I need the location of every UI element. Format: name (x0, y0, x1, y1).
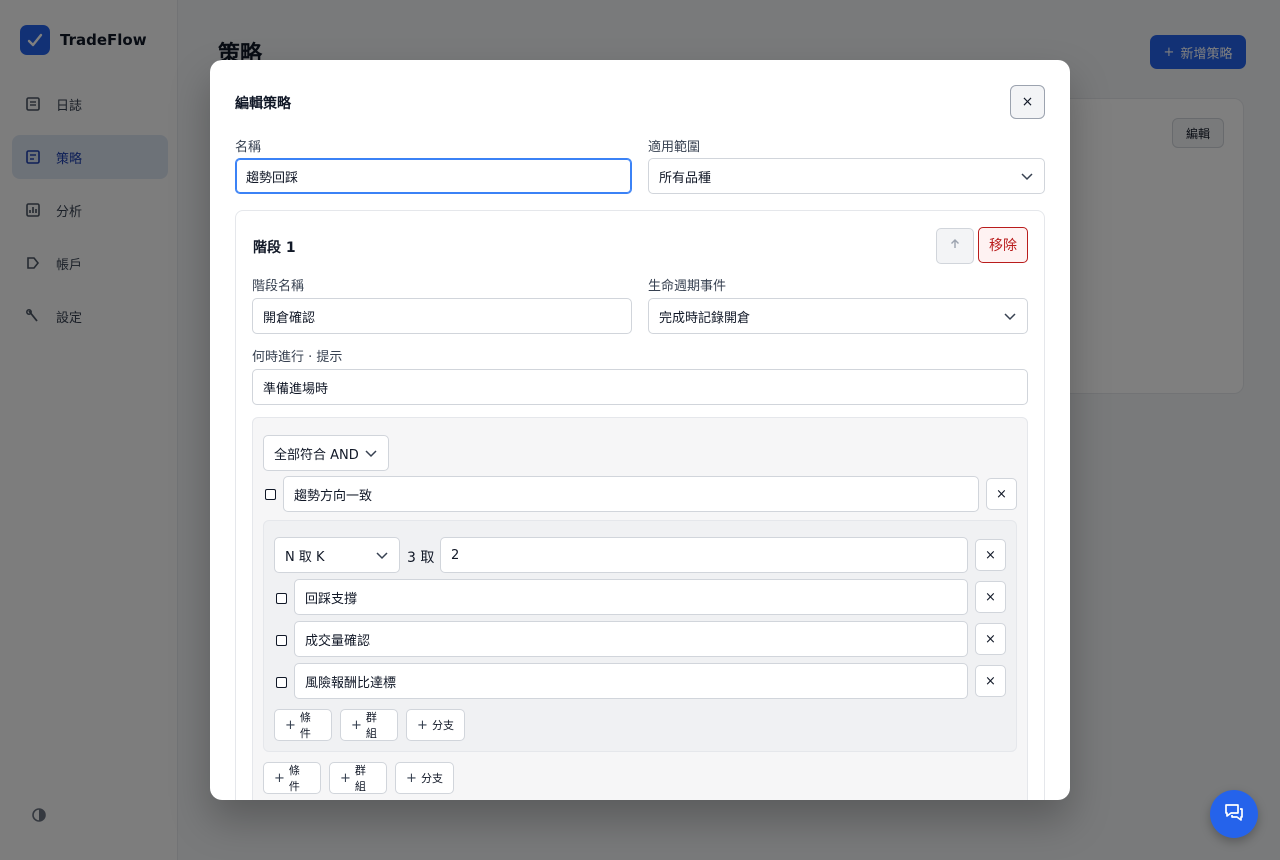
add-condition-label: 條件 (299, 711, 311, 740)
add-condition-label: 條件 (288, 764, 300, 793)
plus-icon: + (285, 717, 296, 733)
plus-icon: + (406, 770, 417, 786)
name-label: 名稱 (235, 140, 262, 155)
plus-icon: + (351, 717, 362, 733)
hint-value: 準備進場時 (263, 381, 329, 397)
condition-value: 趨勢方向一致 (294, 488, 373, 504)
remove-condition-button[interactable]: × (975, 581, 1006, 613)
hint-label: 何時進行 · 提示 (252, 350, 343, 365)
close-icon: × (985, 673, 996, 689)
k-value-input[interactable]: 2 (440, 537, 968, 573)
chat-icon (1222, 800, 1246, 828)
plus-icon: + (417, 717, 428, 733)
condition-checkbox[interactable] (265, 489, 276, 500)
condition-checkbox[interactable] (276, 635, 287, 646)
condition-input[interactable]: 風險報酬比達標 (294, 663, 968, 699)
plus-icon: + (274, 770, 285, 786)
edit-strategy-dialog: 編輯策略 × 名稱 趨勢回踩 適用範圍 所有品種 階段 1 移除 階段名稱 開倉… (210, 60, 1070, 800)
chevron-down-icon (364, 446, 378, 460)
chevron-down-icon (375, 548, 389, 562)
nested-condition-group: N 取 K 3 取 2 × 回踩支撐 × 成交量確認 × 風險報酬比達標 × +… (263, 520, 1017, 752)
group-mode-select[interactable]: 全部符合 AND (263, 435, 389, 471)
k-value: 2 (451, 547, 460, 563)
scope-value: 所有品種 (659, 170, 712, 186)
name-value: 趨勢回踩 (246, 170, 299, 186)
close-icon: × (985, 631, 996, 647)
remove-condition-button[interactable]: × (975, 623, 1006, 655)
stage-title: 階段 1 (253, 240, 296, 256)
nested-mode-select[interactable]: N 取 K (274, 537, 400, 573)
add-group-label: 群組 (365, 711, 377, 740)
add-group-button[interactable]: + 群組 (329, 762, 387, 794)
add-group-button[interactable]: + 群組 (340, 709, 398, 741)
condition-input[interactable]: 成交量確認 (294, 621, 968, 657)
close-icon: × (985, 589, 996, 605)
condition-checkbox[interactable] (276, 593, 287, 604)
stage-name-label: 階段名稱 (252, 279, 305, 294)
add-branch-button[interactable]: + 分支 (406, 709, 465, 741)
add-branch-label: 分支 (431, 719, 454, 732)
condition-checkbox[interactable] (276, 677, 287, 688)
condition-input[interactable]: 回踩支撐 (294, 579, 968, 615)
add-branch-button[interactable]: + 分支 (395, 762, 454, 794)
scope-label: 適用範圍 (648, 140, 701, 155)
group-mode-value: 全部符合 AND (274, 447, 359, 463)
chevron-down-icon (1020, 169, 1034, 183)
dialog-title: 編輯策略 (235, 96, 291, 112)
plus-icon: + (340, 770, 351, 786)
stage-name-field[interactable]: 開倉確認 (252, 298, 632, 334)
close-icon: × (996, 486, 1007, 502)
move-up-button[interactable] (936, 228, 974, 264)
add-group-label: 群組 (354, 764, 366, 793)
remove-stage-button[interactable]: 移除 (978, 227, 1028, 263)
lifecycle-label: 生命週期事件 (648, 279, 727, 294)
condition-group: 全部符合 AND 趨勢方向一致 × N 取 K 3 取 2 × 回踩支撐 × 成… (252, 417, 1028, 800)
close-icon: × (985, 547, 996, 563)
chat-button[interactable] (1210, 790, 1258, 838)
arrow-up-icon (949, 238, 961, 254)
add-condition-button[interactable]: + 條件 (263, 762, 321, 794)
condition-value: 成交量確認 (305, 633, 371, 649)
lifecycle-value: 完成時記錄開倉 (659, 310, 751, 326)
add-branch-label: 分支 (420, 772, 443, 785)
lifecycle-select[interactable]: 完成時記錄開倉 (648, 298, 1028, 334)
name-field[interactable]: 趨勢回踩 (235, 158, 632, 194)
chevron-down-icon (1003, 309, 1017, 323)
scope-select[interactable]: 所有品種 (648, 158, 1045, 194)
n-of-label: 3 取 (407, 550, 435, 566)
stage-card: 階段 1 移除 階段名稱 開倉確認 生命週期事件 完成時記錄開倉 何時進行 · … (235, 210, 1045, 800)
condition-value: 風險報酬比達標 (305, 675, 397, 691)
remove-condition-button[interactable]: × (986, 478, 1017, 510)
stage-name-value: 開倉確認 (263, 310, 316, 326)
condition-value: 回踩支撐 (305, 591, 358, 607)
add-condition-button[interactable]: + 條件 (274, 709, 332, 741)
remove-group-button[interactable]: × (975, 539, 1006, 571)
remove-condition-button[interactable]: × (975, 665, 1006, 697)
close-button[interactable]: × (1010, 85, 1045, 119)
condition-input[interactable]: 趨勢方向一致 (283, 476, 979, 512)
nested-mode-value: N 取 K (285, 549, 325, 565)
hint-field[interactable]: 準備進場時 (252, 369, 1028, 405)
